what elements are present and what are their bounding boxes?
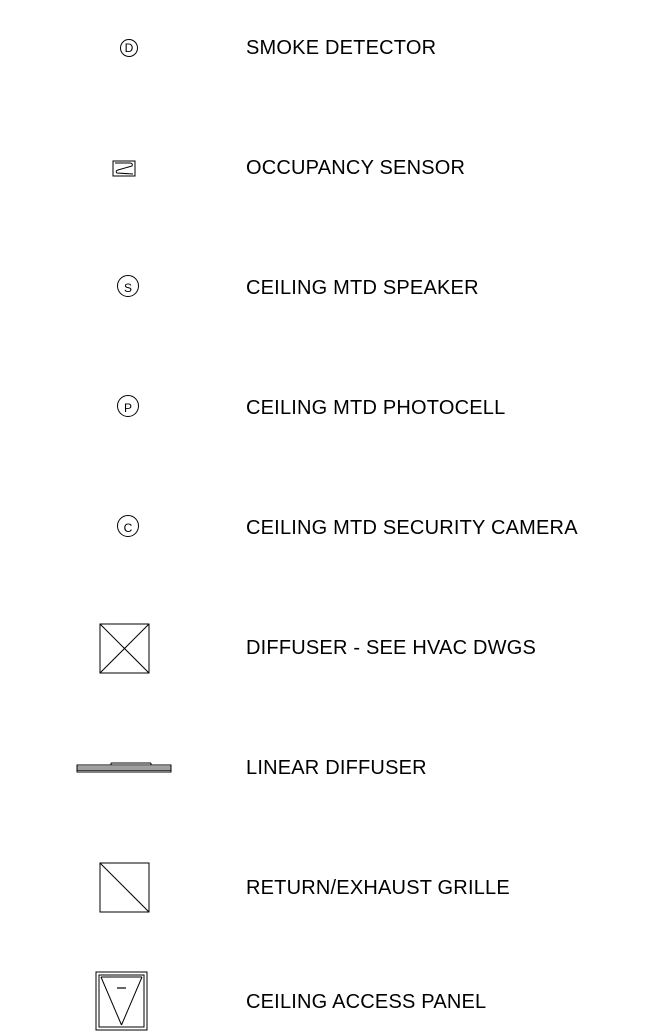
legend-label-photocell: CEILING MTD PHOTOCELL xyxy=(246,397,506,419)
access-panel-icon xyxy=(60,971,170,1032)
photocell-icon: P xyxy=(60,378,170,438)
security-camera-icon: C xyxy=(60,498,170,558)
legend-item-diffuser: DIFFUSER - SEE HVAC DWGS xyxy=(0,618,653,678)
photocell-letter: P xyxy=(124,401,132,415)
legend-label-smoke-detector: SMOKE DETECTOR xyxy=(246,37,437,59)
legend-item-access-panel: CEILING ACCESS PANEL xyxy=(0,971,653,1032)
legend-item-speaker: S CEILING MTD SPEAKER xyxy=(0,258,653,318)
legend-item-security-camera: C CEILING MTD SECURITY CAMERA xyxy=(0,498,653,558)
legend-item-photocell: P CEILING MTD PHOTOCELL xyxy=(0,378,653,438)
legend-item-return-grille: RETURN/EXHAUST GRILLE xyxy=(0,858,653,918)
legend-label-security-camera: CEILING MTD SECURITY CAMERA xyxy=(246,517,578,539)
smoke-detector-letter: D xyxy=(125,41,134,55)
linear-diffuser-icon xyxy=(60,738,172,798)
diffuser-icon xyxy=(60,618,170,678)
legend-label-diffuser: DIFFUSER - SEE HVAC DWGS xyxy=(246,637,537,659)
legend-label-access-panel: CEILING ACCESS PANEL xyxy=(246,991,487,1013)
return-grille-icon xyxy=(60,858,170,918)
legend-item-occupancy-sensor: OCCUPANCY SENSOR xyxy=(0,138,653,198)
security-camera-letter: C xyxy=(124,521,133,535)
legend-item-smoke-detector: D SMOKE DETECTOR xyxy=(0,18,653,78)
legend-label-linear-diffuser: LINEAR DIFFUSER xyxy=(246,757,427,779)
speaker-letter: S xyxy=(124,281,132,295)
speaker-icon: S xyxy=(60,258,170,318)
legend-label-occupancy-sensor: OCCUPANCY SENSOR xyxy=(246,157,466,179)
legend-item-linear-diffuser: LINEAR DIFFUSER xyxy=(0,738,653,798)
legend-label-return-grille: RETURN/EXHAUST GRILLE xyxy=(246,877,510,899)
occupancy-sensor-icon xyxy=(60,138,170,198)
smoke-detector-icon: D xyxy=(60,18,170,78)
legend-label-speaker: CEILING MTD SPEAKER xyxy=(246,277,479,299)
